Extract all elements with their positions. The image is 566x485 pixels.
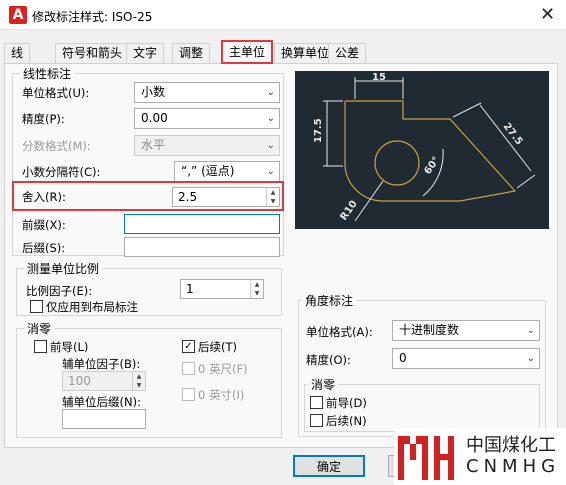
- round-off-value: 2.5: [178, 190, 198, 204]
- watermark-en: CNMHG: [466, 456, 561, 477]
- zero-feet-checkbox[interactable]: [182, 362, 195, 375]
- prefix-input[interactable]: [124, 214, 280, 234]
- scale-factor-spinner[interactable]: ▲ ▼: [250, 280, 263, 298]
- zero-feet-label: 0 英尺(F): [198, 362, 248, 376]
- zero-group-title: 消零: [24, 320, 55, 337]
- angular-leading-label: 前导(D): [326, 396, 367, 410]
- suffix-label: 后缀(S):: [22, 241, 66, 255]
- scale-group-title: 测量单位比例: [24, 260, 103, 277]
- chevron-down-icon: ⌄: [266, 166, 275, 177]
- angular-unit-format-value: 十进制度数: [399, 323, 460, 337]
- angular-zero-group-title: 消零: [308, 376, 339, 393]
- dim-right-label: 27.5: [501, 121, 525, 147]
- fraction-format-select[interactable]: 水平 ⌄: [134, 135, 280, 156]
- angular-precision-select[interactable]: 0 ⌄: [392, 348, 540, 369]
- angular-leading-checkbox[interactable]: [310, 396, 323, 409]
- sub-unit-factor-spinner[interactable]: ▲ ▼: [132, 372, 145, 390]
- sub-unit-factor-input[interactable]: 100 ▲ ▼: [62, 371, 146, 391]
- tab-lines[interactable]: 线: [4, 43, 31, 63]
- decimal-separator-value: “,” (逗点): [181, 164, 235, 178]
- tab-primary-units[interactable]: 主单位: [221, 40, 274, 64]
- round-off-spinner[interactable]: ▲ ▼: [266, 188, 279, 206]
- angular-unit-format-label: 单位格式(A):: [306, 325, 373, 339]
- angular-group-title: 角度标注: [302, 292, 357, 309]
- dim-left-label: 17.5: [313, 118, 324, 143]
- angular-precision-value: 0: [399, 351, 407, 365]
- zero-inches-label: 0 英寸(I): [198, 388, 245, 402]
- tab-alternate-units[interactable]: 换算单位: [274, 43, 337, 63]
- leading-zero-label: 前导(L): [50, 340, 89, 354]
- fraction-format-label: 分数格式(M):: [22, 139, 91, 153]
- sub-unit-suffix-input[interactable]: [62, 409, 146, 429]
- precision-value: 0.00: [141, 111, 168, 125]
- ok-button[interactable]: 确定: [293, 455, 365, 477]
- spin-up-icon[interactable]: ▲: [133, 372, 145, 381]
- layout-only-label: 仅应用到布局标注: [46, 300, 138, 314]
- spin-up-icon[interactable]: ▲: [251, 280, 263, 289]
- unit-format-value: 小数: [141, 85, 166, 99]
- chevron-down-icon: ⌄: [266, 113, 275, 124]
- layout-only-checkbox[interactable]: [30, 300, 43, 313]
- close-icon[interactable]: ✕: [540, 4, 555, 25]
- watermark-cn: 中国煤化工: [466, 435, 556, 456]
- title-bar: A 修改标注样式: ISO-25 ✕: [0, 0, 566, 30]
- prefix-label: 前缀(X):: [22, 218, 66, 232]
- tab-text[interactable]: 文字: [126, 43, 165, 63]
- chevron-down-icon: ⌄: [266, 87, 275, 98]
- scale-factor-value: 1: [186, 282, 194, 296]
- spin-down-icon[interactable]: ▼: [267, 197, 279, 206]
- fraction-format-value: 水平: [141, 138, 166, 152]
- chevron-down-icon: ⌄: [266, 140, 275, 151]
- trailing-zero-label: 后续(T): [198, 340, 237, 354]
- chevron-down-icon: ⌄: [526, 325, 535, 336]
- decimal-separator-select[interactable]: “,” (逗点) ⌄: [174, 161, 280, 182]
- angular-precision-label: 精度(O):: [306, 353, 351, 367]
- scale-factor-label: 比例因子(E):: [26, 284, 93, 298]
- tab-symbols-arrows[interactable]: 符号和箭头: [55, 43, 130, 63]
- sub-unit-factor-value: 100: [68, 374, 91, 388]
- unit-format-label: 单位格式(U):: [22, 86, 90, 100]
- suffix-input[interactable]: [124, 237, 280, 257]
- cnmhg-logo-icon: [398, 436, 454, 480]
- round-off-label: 舍入(R):: [22, 190, 66, 204]
- precision-label: 精度(P):: [22, 112, 65, 126]
- sub-unit-factor-label: 辅单位因子(B):: [62, 357, 141, 371]
- tab-fit[interactable]: 调整: [172, 43, 211, 63]
- trailing-zero-checkbox[interactable]: ✓: [182, 340, 195, 353]
- sub-unit-suffix-label: 辅单位后缀(N):: [62, 395, 141, 409]
- tab-tolerances[interactable]: 公差: [328, 43, 367, 63]
- spin-down-icon[interactable]: ▼: [251, 289, 263, 298]
- autocad-logo-icon: A: [9, 6, 27, 24]
- zero-inches-checkbox[interactable]: [182, 388, 195, 401]
- window-title: 修改标注样式: ISO-25: [32, 10, 153, 24]
- spin-up-icon[interactable]: ▲: [267, 188, 279, 197]
- dim-top-label: 15: [372, 72, 386, 83]
- dimension-preview: 15 17.5 27.5 60° R10: [295, 71, 549, 229]
- leading-zero-checkbox[interactable]: [34, 340, 47, 353]
- angular-unit-format-select[interactable]: 十进制度数 ⌄: [392, 320, 540, 341]
- round-off-input[interactable]: 2.5 ▲ ▼: [172, 187, 280, 207]
- spin-down-icon[interactable]: ▼: [133, 381, 145, 390]
- precision-select[interactable]: 0.00 ⌄: [134, 108, 280, 129]
- preview-drawing: 15 17.5 27.5 60° R10: [313, 72, 536, 223]
- decimal-separator-label: 小数分隔符(C):: [22, 165, 101, 179]
- angular-trailing-label: 后续(N): [326, 414, 367, 428]
- scale-factor-input[interactable]: 1 ▲ ▼: [180, 279, 264, 299]
- linear-group-title: 线性标注: [20, 65, 75, 82]
- chevron-down-icon: ⌄: [526, 353, 535, 364]
- unit-format-select[interactable]: 小数 ⌄: [134, 82, 280, 103]
- watermark: 中国煤化工 CNMHG: [394, 428, 566, 485]
- angular-trailing-checkbox[interactable]: [310, 414, 323, 427]
